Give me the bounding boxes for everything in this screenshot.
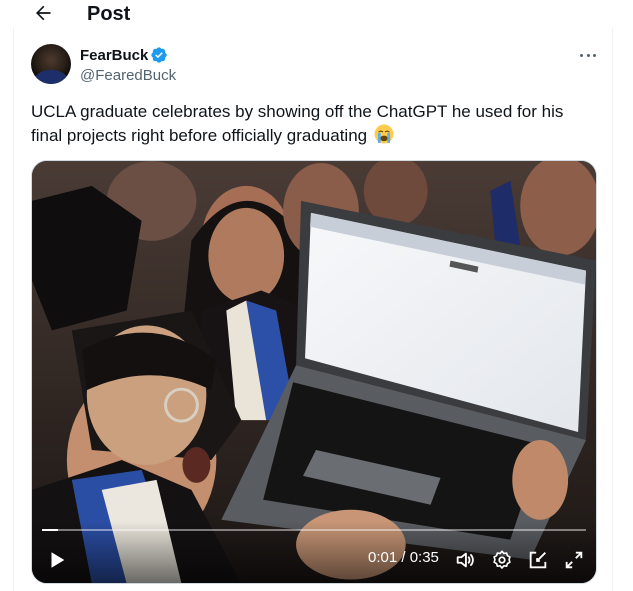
verified-badge-icon[interactable] <box>150 46 168 64</box>
video-player[interactable]: 0:01 / 0:35 <box>31 160 597 584</box>
pop-out-icon <box>529 551 547 569</box>
play-icon[interactable] <box>46 549 68 571</box>
more-dot <box>593 54 596 57</box>
post-header: Post <box>13 0 613 28</box>
loudly-crying-face-emoji-icon <box>374 124 394 143</box>
more-dot <box>580 54 583 57</box>
author-handle[interactable]: @FearedBuck <box>80 66 176 85</box>
avatar-jersey <box>35 70 67 84</box>
page-title: Post <box>87 3 131 25</box>
fullscreen-button[interactable] <box>563 549 585 571</box>
pop-out-button[interactable] <box>527 549 549 571</box>
post-text: UCLA graduate celebrates by showing off … <box>31 100 591 147</box>
avatar[interactable] <box>31 44 71 84</box>
arrow-left-icon <box>36 5 51 21</box>
volume-button[interactable] <box>454 549 476 571</box>
video-time-display: 0:01 / 0:35 <box>368 549 439 566</box>
back-button[interactable] <box>31 1 57 27</box>
volume-icon <box>456 552 474 568</box>
fullscreen-icon <box>565 551 583 569</box>
more-options-button[interactable] <box>576 44 600 68</box>
video-controls: 0:01 / 0:35 <box>32 521 596 583</box>
settings-button[interactable] <box>491 549 513 571</box>
settings-gear-icon <box>493 550 511 569</box>
more-dot <box>586 54 590 57</box>
video-progress-bar[interactable] <box>42 529 586 531</box>
author-name[interactable]: FearBuck <box>80 46 148 65</box>
video-progress-fill <box>42 529 59 531</box>
post-text-content: UCLA graduate celebrates by showing off … <box>31 102 564 145</box>
